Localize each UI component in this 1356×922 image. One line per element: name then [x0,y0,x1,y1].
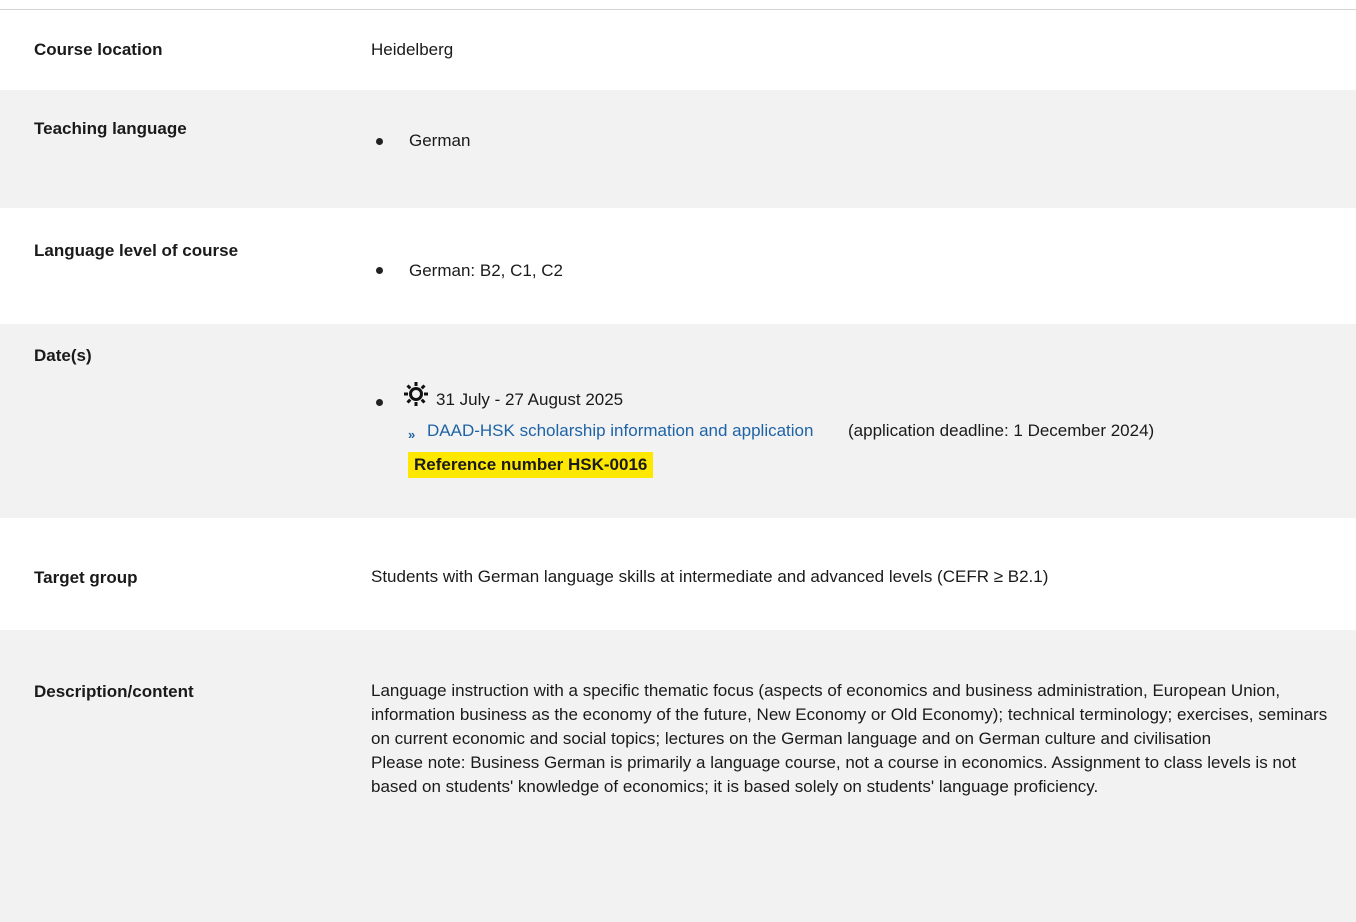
application-deadline-note: (application deadline: 1 December 2024) [848,421,1155,440]
reference-number-badge: Reference number HSK-0016 [408,452,654,478]
row-dates: Date(s) 31 July - 27 August 2025 » DAAD-… [0,324,1356,518]
language-level-label: Language level of course [34,241,239,260]
bullet-icon [376,267,383,274]
row-description: Description/content Language instruction… [0,630,1356,922]
description-note: Please note: Business German is primaril… [371,753,1297,796]
row-target-group: Target group Students with German langua… [0,518,1356,630]
target-group-label: Target group [34,568,138,587]
bullet-icon [376,399,383,406]
scholarship-link[interactable]: DAAD-HSK scholarship information and app… [427,421,813,441]
bullet-icon [376,138,383,145]
course-details-table: Course location Heidelberg Teaching lang… [0,0,1356,922]
target-group-value: Students with German language skills at … [371,567,1049,586]
double-chevron-icon: » [408,427,415,442]
course-location-value: Heidelberg [371,40,454,59]
date-range-text: 31 July - 27 August 2025 [436,390,624,409]
description-paragraph: Language instruction with a specific the… [371,681,1328,748]
sun-icon [404,382,428,406]
description-label: Description/content [34,682,194,701]
row-course-location: Course location Heidelberg [0,10,1356,90]
dates-label: Date(s) [34,346,92,365]
course-location-label: Course location [34,40,163,59]
teaching-language-label: Teaching language [34,119,187,138]
description-content: Language instruction with a specific the… [371,679,1341,799]
row-language-level: Language level of course German: B2, C1,… [0,208,1356,324]
row-teaching-language: Teaching language German [0,90,1356,208]
language-level-value: German: B2, C1, C2 [409,261,564,280]
teaching-language-value: German [409,131,471,150]
